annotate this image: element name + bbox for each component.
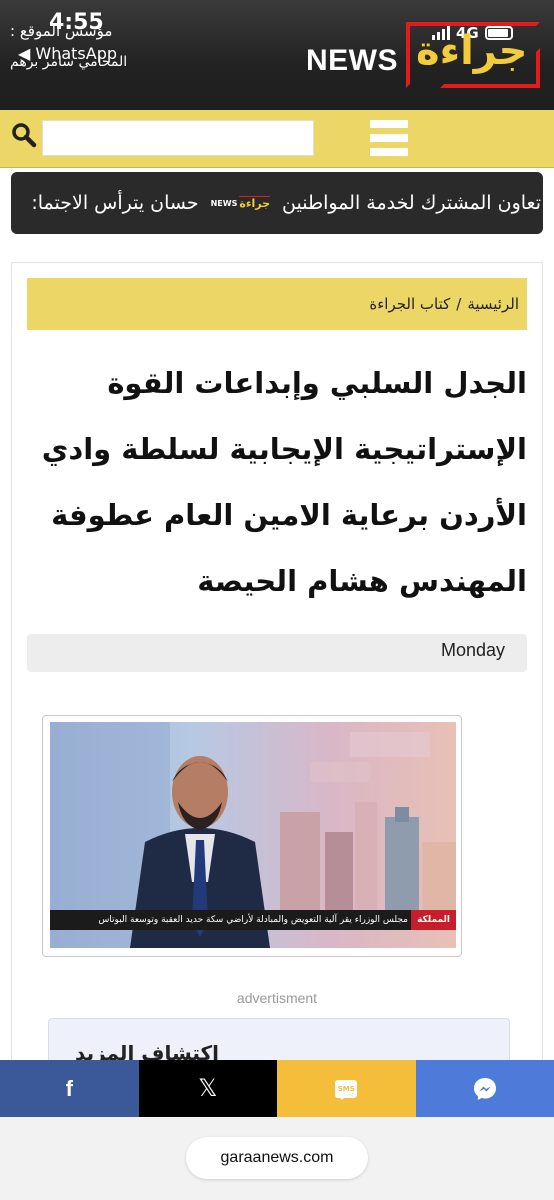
share-messenger-button[interactable] — [415, 1060, 554, 1117]
search-bar — [0, 110, 554, 168]
breadcrumb: الرئيسية / كتاب الجراءة — [27, 278, 527, 330]
article-date-box: Monday — [27, 634, 527, 672]
breadcrumb-home-link[interactable]: الرئيسية — [467, 295, 519, 313]
search-input[interactable] — [42, 120, 314, 156]
facebook-icon: f — [65, 1075, 73, 1101]
article-date: Monday — [440, 640, 505, 660]
ticker-logo-icon: جراءة NEWS — [210, 196, 271, 210]
share-x-button[interactable]: 𝕏 — [138, 1060, 277, 1117]
news-ticker[interactable]: تعاون المشترك لخدمة المواطنين جراءة NEWS … — [11, 172, 543, 234]
article-title: الجدل السلبي وإبداعات القوة الإستراتيجية… — [41, 366, 527, 598]
site-header: مؤسس الموقع : 4:55 ◀ WhatsApp المحامي سا… — [0, 0, 554, 110]
site-logo[interactable]: NEWS جراءة — [306, 22, 546, 90]
ticker-item[interactable]: تعاون المشترك لخدمة المواطنين — [282, 192, 541, 214]
messenger-icon — [473, 1077, 496, 1100]
founder-name: المحامي سامر برهم — [10, 54, 128, 70]
share-facebook-button[interactable]: f — [0, 1060, 139, 1117]
hamburger-menu-icon[interactable] — [370, 120, 408, 156]
share-bar: f 𝕏 SMS — [0, 1060, 554, 1117]
logo-news-text: NEWS — [306, 44, 398, 77]
status-time: 4:55 — [49, 10, 104, 35]
address-bar[interactable]: garaanews.com — [186, 1137, 368, 1179]
browser-bottom-bar: garaanews.com — [0, 1117, 554, 1200]
share-sms-button[interactable]: SMS — [277, 1060, 416, 1117]
search-icon[interactable] — [10, 121, 38, 149]
breadcrumb-section-link[interactable]: كتاب الجراءة — [369, 295, 450, 313]
article-image[interactable]: مجلس الوزراء يقر آلية التعويض والمبادلة … — [50, 722, 456, 948]
logo-arabic-text: جراءة — [416, 28, 528, 74]
sms-icon: SMS — [335, 1079, 358, 1100]
breadcrumb-separator: / — [456, 295, 462, 313]
tv-caption: مجلس الوزراء يقر آلية التعويض والمبادلة … — [98, 915, 408, 925]
x-icon: 𝕏 — [198, 1075, 218, 1102]
logo-mark: جراءة — [406, 22, 540, 88]
ticker-item[interactable]: حسان يترأس الاجتما: — [31, 192, 198, 214]
tv-caption-bar: مجلس الوزراء يقر آلية التعويض والمبادلة … — [50, 910, 456, 930]
tv-brand: المملكة — [411, 910, 456, 930]
advertisement-label: advertisment — [236, 990, 318, 1006]
